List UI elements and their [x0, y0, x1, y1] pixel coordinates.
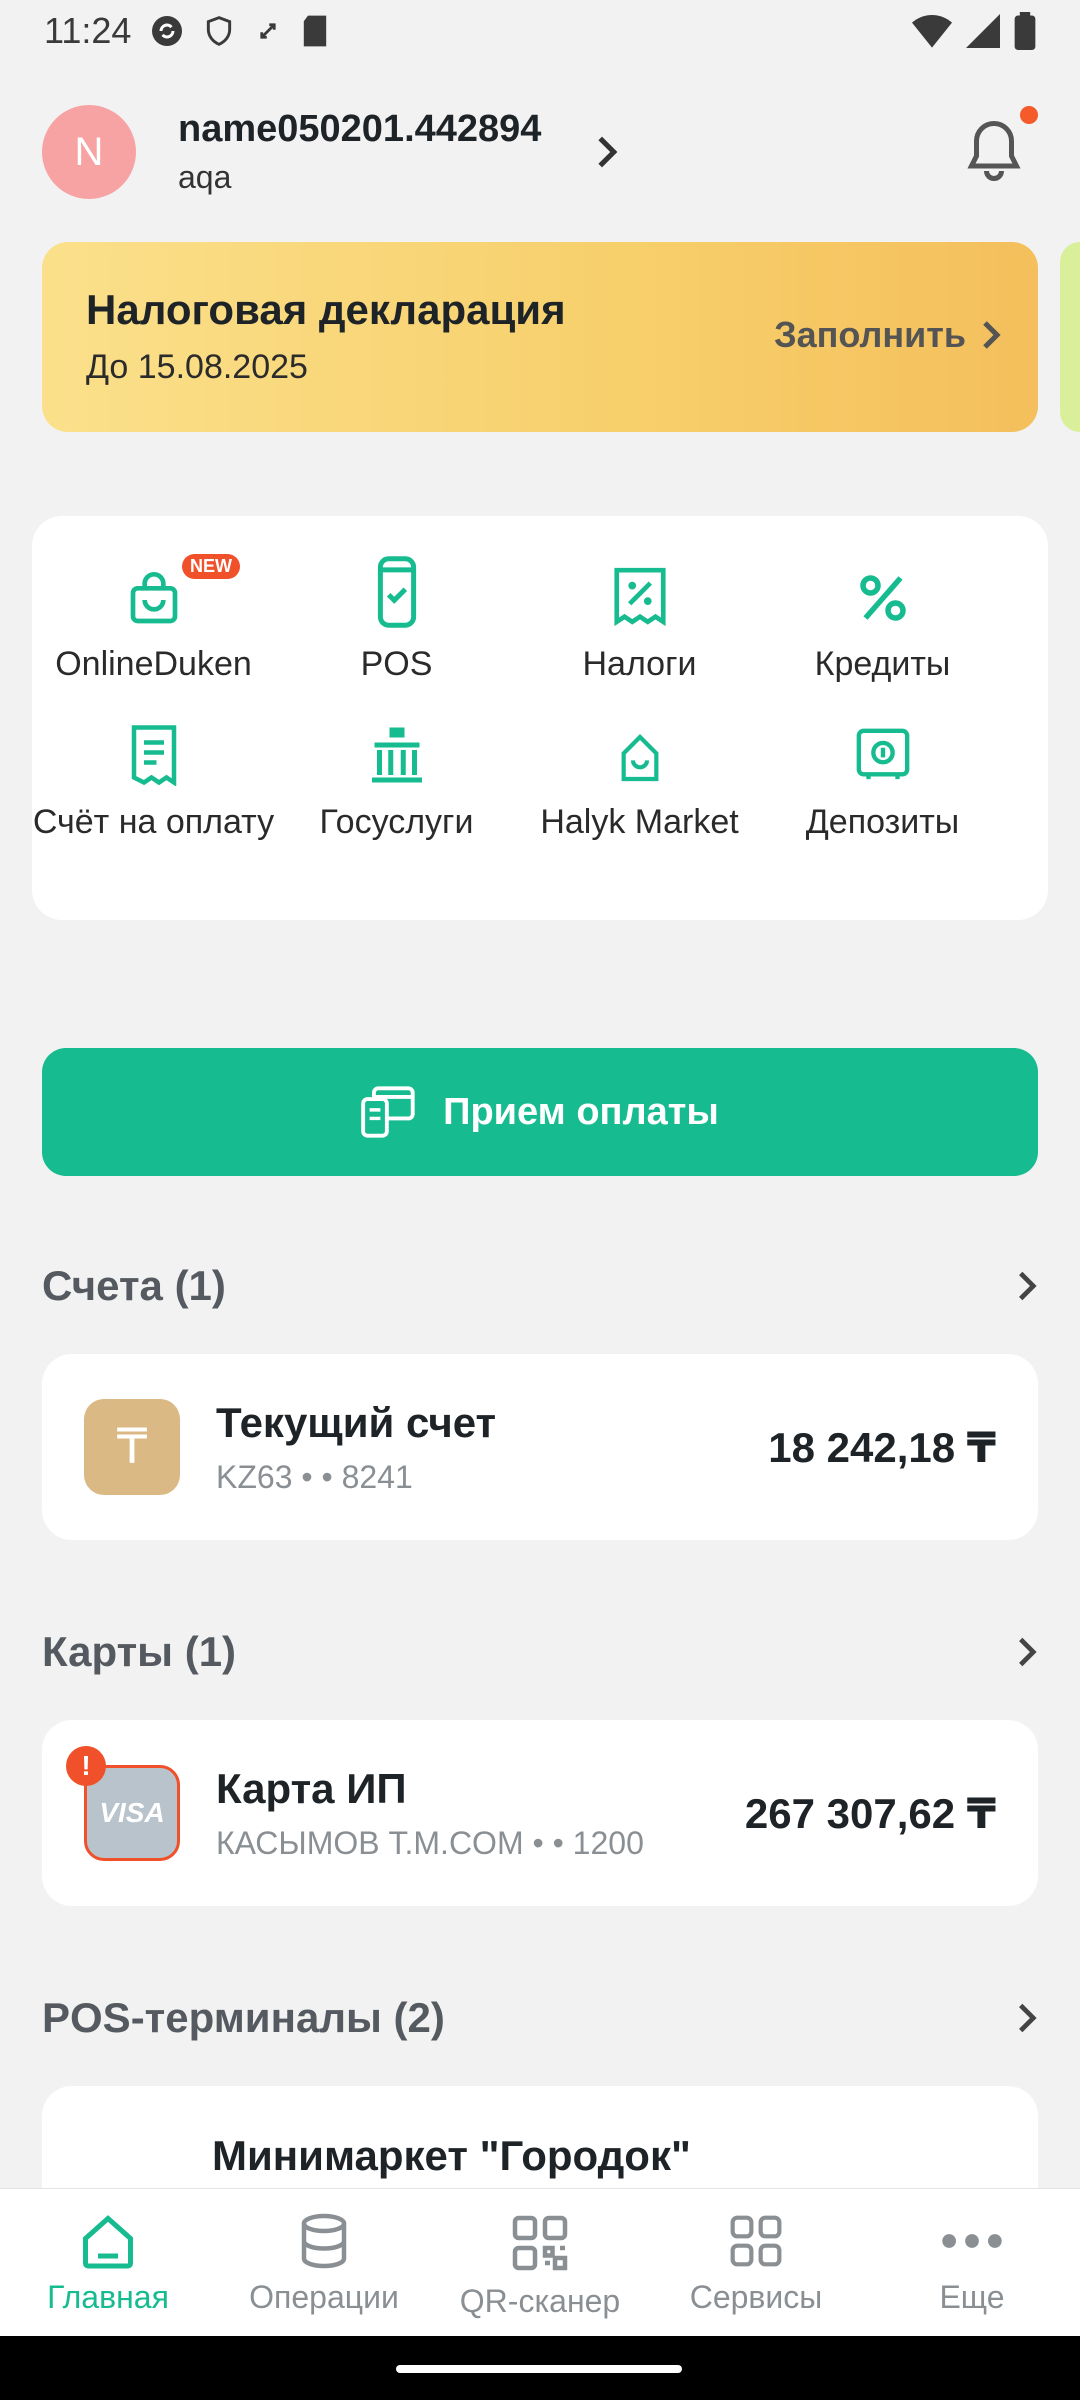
nav-label: Сервисы: [689, 2279, 823, 2315]
nav-home[interactable]: Главная: [0, 2189, 216, 2336]
accounts-heading: Счета (1): [42, 1262, 226, 1309]
link-icon: [260, 23, 277, 39]
service-label: Налоги: [582, 645, 697, 683]
service-label: Кредиты: [814, 645, 951, 683]
account-card[interactable]: ₸ Текущий счет KZ63 • • 8241 18 242,18 ₸: [42, 1354, 1038, 1540]
government-building-icon: [371, 727, 422, 783]
tenge-icon: ₸: [84, 1399, 180, 1495]
home-icon: [83, 2215, 133, 2269]
home-gesture-handle[interactable]: [396, 2365, 682, 2373]
new-badge: NEW: [182, 554, 240, 579]
chevron-right-icon: [983, 321, 1001, 349]
card-balance: 267 307,62 ₸: [744, 1789, 996, 1837]
status-notification-icons: [149, 13, 329, 49]
chevron-right-icon: [1019, 1271, 1037, 1301]
nav-label: Еще: [939, 2279, 1005, 2315]
service-invoice[interactable]: Счёт на оплату: [32, 714, 275, 844]
chevron-right-icon: [1019, 1637, 1037, 1667]
nav-operations[interactable]: Операции: [216, 2189, 432, 2336]
service-taxes[interactable]: Налоги: [518, 556, 761, 686]
card-title: Карта ИП: [216, 1764, 407, 1812]
status-time: 11:24: [44, 10, 132, 51]
shopping-bag-icon: [130, 572, 177, 624]
service-label: POS: [360, 645, 433, 683]
profile-header[interactable]: N name050201.442894 aqa: [0, 62, 1080, 242]
market-icon: [621, 734, 658, 782]
avatar[interactable]: N: [42, 105, 136, 199]
nav-label: QR-сканер: [459, 2283, 621, 2319]
chevron-right-icon[interactable]: [593, 135, 621, 169]
tax-declaration-banner[interactable]: Налоговая декларация До 15.08.2025 Запол…: [42, 242, 1038, 432]
accept-payment-button[interactable]: Прием оплаты: [42, 1048, 1038, 1176]
service-label: Депозиты: [805, 803, 960, 841]
invoice-icon: [131, 725, 176, 786]
service-label: OnlineDuken: [55, 645, 252, 683]
pos-section-header[interactable]: POS-терминалы (2): [42, 1994, 1038, 2042]
bank-card[interactable]: VISA ! Карта ИП КАСЫМОВ Т.М.COM • • 1200…: [42, 1720, 1038, 1906]
service-label: Госуслуги: [319, 803, 474, 841]
shield-icon: [207, 16, 232, 46]
services-grid: NEW OnlineDuken POS Налоги Кредиты Счёт …: [32, 516, 1048, 920]
payment-terminal-icon: [361, 1086, 415, 1138]
notification-dot: [1020, 106, 1038, 124]
accounts-section-header[interactable]: Счета (1): [42, 1262, 1038, 1310]
user-org: aqa: [178, 159, 232, 195]
service-credits[interactable]: Кредиты: [761, 556, 1004, 686]
pos-terminal-icon: [377, 556, 416, 628]
service-onlineduken[interactable]: NEW OnlineDuken: [32, 554, 275, 686]
bell-icon[interactable]: [964, 118, 1024, 184]
card-holder-number: КАСЫМОВ Т.М.COM • • 1200: [216, 1824, 644, 1861]
nav-services[interactable]: Сервисы: [648, 2189, 864, 2336]
wifi-icon: [912, 15, 952, 48]
nav-label: Операции: [249, 2279, 399, 2315]
signal-icon: [966, 14, 1000, 48]
safe-icon: [856, 728, 909, 780]
sync-icon: [152, 16, 183, 46]
battery-icon: [1014, 12, 1036, 50]
service-deposits[interactable]: Депозиты: [761, 714, 1004, 844]
status-bar: 11:24: [0, 0, 1080, 62]
service-label: Halyk Market: [540, 803, 739, 841]
grid-icon: [730, 2215, 782, 2267]
nav-label: Главная: [47, 2279, 169, 2315]
cards-section-header[interactable]: Карты (1): [42, 1628, 1038, 1676]
nav-qr-scanner[interactable]: QR-сканер: [432, 2189, 648, 2336]
sd-card-icon: [304, 15, 327, 47]
database-icon: [301, 2213, 347, 2269]
qr-icon: [512, 2215, 568, 2271]
nav-more[interactable]: Еще: [864, 2189, 1080, 2336]
cards-heading: Карты (1): [42, 1628, 237, 1675]
account-balance: 18 242,18 ₸: [768, 1423, 996, 1471]
account-number: KZ63 • • 8241: [216, 1458, 413, 1495]
service-halyk-market[interactable]: Halyk Market: [518, 714, 761, 844]
fill-button-label: Заполнить: [774, 314, 966, 355]
percent-icon: [859, 575, 906, 621]
fill-button[interactable]: Заполнить: [774, 314, 1002, 356]
more-dots-icon: [942, 2234, 1002, 2248]
system-gesture-bar: [0, 2336, 1080, 2400]
pos-terminal-title: Минимаркет "Городок": [212, 2132, 691, 2179]
chevron-right-icon: [1019, 2003, 1037, 2033]
status-system-icons: [912, 12, 1036, 50]
service-label: Счёт на оплату: [32, 803, 275, 841]
service-pos[interactable]: POS: [275, 556, 518, 686]
next-banner-peek[interactable]: [1060, 242, 1080, 432]
user-name: name050201.442894: [178, 108, 542, 150]
bottom-navigation: Главная Операции QR-сканер Сервисы Еще: [0, 2188, 1080, 2336]
accept-payment-label: Прием оплаты: [443, 1090, 719, 1133]
service-gov[interactable]: Госуслуги: [275, 714, 518, 844]
user-info[interactable]: name050201.442894 aqa: [178, 108, 541, 196]
alert-icon: !: [66, 1746, 106, 1786]
account-title: Текущий счет: [216, 1398, 497, 1446]
tax-receipt-icon: [613, 567, 666, 627]
pos-heading: POS-терминалы (2): [42, 1994, 445, 2041]
